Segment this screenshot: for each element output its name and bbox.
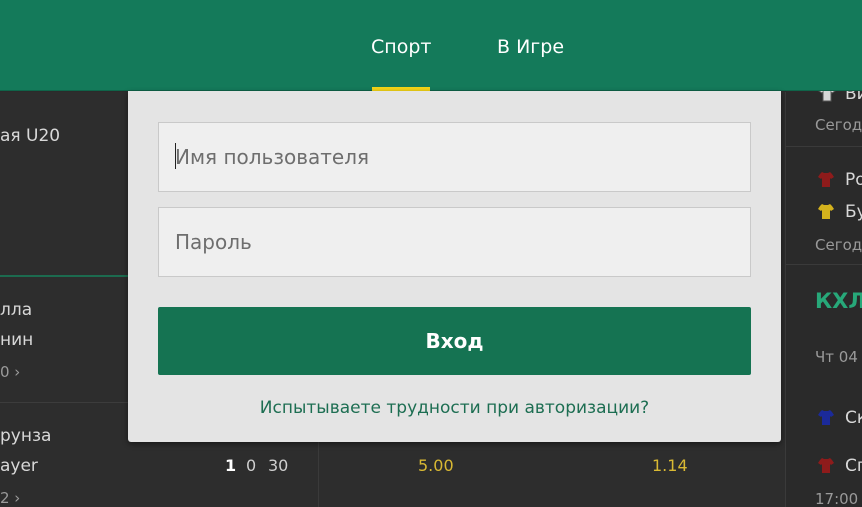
right-item2-team1[interactable]: Ро bbox=[845, 170, 862, 190]
match2-score-away: 0 bbox=[246, 456, 257, 475]
row-divider bbox=[785, 264, 862, 265]
top-nav-bar: Спорт В Игре bbox=[0, 0, 862, 91]
match1-team2[interactable]: нин bbox=[0, 330, 33, 350]
text-caret bbox=[175, 143, 176, 169]
right-item1-time: Сегод bbox=[815, 116, 862, 134]
match1-more-markets[interactable]: 0 › bbox=[0, 363, 20, 381]
tab-in-play[interactable]: В Игре bbox=[497, 36, 564, 58]
right-item3-time: 17:00 bbox=[815, 490, 859, 507]
right-item3-team1[interactable]: Ск bbox=[845, 408, 862, 428]
login-help-link[interactable]: Испытываете трудности при авторизации? bbox=[128, 398, 781, 418]
match2-team2[interactable]: ayer bbox=[0, 456, 38, 476]
row-divider bbox=[785, 146, 862, 147]
right-item2-time: Сегод bbox=[815, 236, 862, 254]
match2-team1[interactable]: рунза bbox=[0, 426, 51, 446]
odds-button-home[interactable]: 5.00 bbox=[418, 456, 454, 475]
team-shirt-icon bbox=[818, 410, 834, 425]
match2-score-home: 1 bbox=[225, 456, 237, 475]
odds-button-away[interactable]: 1.14 bbox=[652, 456, 688, 475]
right-item3-team2[interactable]: Сп bbox=[845, 456, 862, 476]
section-divider bbox=[0, 275, 128, 277]
right-section-title[interactable]: КХЛ bbox=[815, 289, 862, 313]
right-item2-team2[interactable]: Бу bbox=[845, 202, 862, 222]
match2-minute: 30 bbox=[268, 456, 289, 475]
match1-team1[interactable]: лла bbox=[0, 300, 32, 320]
match2-more-markets[interactable]: 2 › bbox=[0, 489, 20, 507]
right-section-date: Чт 04 bbox=[815, 348, 858, 366]
tab-sport[interactable]: Спорт bbox=[371, 36, 431, 58]
password-input[interactable] bbox=[158, 207, 751, 277]
username-input[interactable] bbox=[158, 122, 751, 192]
login-button[interactable]: Вход bbox=[158, 307, 751, 375]
login-dropdown: Вход Испытываете трудности при авторизац… bbox=[128, 91, 781, 442]
team-shirt-icon bbox=[818, 458, 834, 473]
team-shirt-icon bbox=[818, 204, 834, 219]
team-shirt-icon bbox=[818, 172, 834, 187]
league-name: ая U20 bbox=[0, 126, 61, 146]
